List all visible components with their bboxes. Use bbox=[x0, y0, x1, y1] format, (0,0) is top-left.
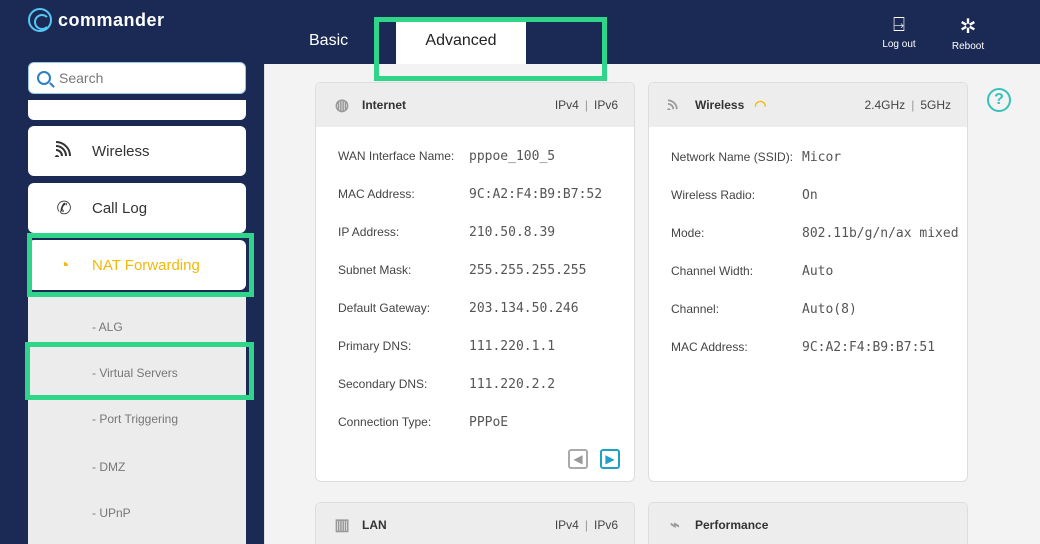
prev-page-icon[interactable]: ◀ bbox=[568, 449, 588, 469]
row-value: 111.220.1.1 bbox=[469, 339, 556, 354]
next-page-icon[interactable]: ▶ bbox=[600, 449, 620, 469]
info-row: MAC Address: 9C:A2:F4:B9:B7:51 bbox=[671, 340, 935, 355]
help-icon[interactable]: ? bbox=[987, 88, 1011, 112]
info-row: Wireless Radio: On bbox=[671, 188, 818, 203]
row-value: PPPoE bbox=[469, 415, 509, 430]
sidebar-item-label: Call Log bbox=[92, 199, 148, 217]
logout-icon: ⍈ bbox=[893, 14, 905, 36]
menu-item-partial[interactable] bbox=[28, 100, 246, 120]
sidebar-item-wireless[interactable]: Wireless bbox=[28, 126, 246, 176]
internet-card-header: ◍ Internet IPv4 | IPv6 bbox=[316, 83, 634, 127]
info-row: Subnet Mask: 255.255.255.255 bbox=[338, 263, 586, 278]
info-row: Primary DNS: 111.220.1.1 bbox=[338, 339, 555, 354]
tab-basic[interactable]: Basic bbox=[309, 32, 348, 50]
pager: ◀ ▶ bbox=[568, 449, 620, 469]
wifi-status-icon: ◠ bbox=[754, 96, 767, 113]
info-row: WAN Interface Name: pppoe_100_5 bbox=[338, 149, 555, 164]
lan-icon: ▥ bbox=[334, 517, 350, 534]
info-row: Secondary DNS: 111.220.2.2 bbox=[338, 377, 555, 392]
row-label: Channel: bbox=[671, 302, 720, 316]
row-value: Micor bbox=[802, 150, 842, 165]
band-24-toggle[interactable]: 2.4GHz bbox=[865, 98, 906, 112]
reboot-icon: ✲ bbox=[959, 16, 977, 38]
card-title: Performance bbox=[695, 518, 769, 532]
info-row: Channel: Auto(8) bbox=[671, 302, 857, 317]
performance-card: ⌁ Performance bbox=[648, 502, 968, 544]
row-label: Secondary DNS: bbox=[338, 377, 428, 391]
main-content: ◍ Internet IPv4 | IPv6 WAN Interface Name:… bbox=[264, 64, 1040, 544]
row-label: Primary DNS: bbox=[338, 339, 412, 353]
reboot-button[interactable]: ✲ Reboot bbox=[943, 14, 993, 52]
info-row: Connection Type: PPPoE bbox=[338, 415, 508, 430]
pulse-icon: ⌁ bbox=[670, 517, 680, 534]
lan-card: ▥ LAN IPv4 | IPv6 bbox=[315, 502, 635, 544]
row-label: Channel Width: bbox=[671, 264, 754, 278]
band-5-toggle[interactable]: 5GHz bbox=[920, 98, 951, 112]
logout-label: Log out bbox=[882, 39, 916, 50]
row-label: MAC Address: bbox=[338, 187, 415, 201]
row-label: MAC Address: bbox=[671, 340, 748, 354]
internet-card: ◍ Internet IPv4 | IPv6 WAN Interface Name:… bbox=[315, 82, 635, 482]
row-label: Connection Type: bbox=[338, 415, 432, 429]
row-value: 9C:A2:F4:B9:B7:52 bbox=[469, 187, 603, 202]
row-label: Mode: bbox=[671, 226, 705, 240]
submenu-item-port-triggering[interactable]: - Port Triggering bbox=[92, 412, 178, 426]
info-row: Channel Width: Auto bbox=[671, 264, 833, 279]
ipv6-toggle[interactable]: IPv6 bbox=[594, 98, 618, 112]
row-value: 203.134.50.246 bbox=[469, 301, 579, 316]
row-value: Auto(8) bbox=[802, 302, 857, 317]
row-label: Wireless Radio: bbox=[671, 188, 756, 202]
sidebar-item-call-log[interactable]: ✆ Call Log bbox=[28, 183, 246, 233]
search-icon bbox=[37, 71, 51, 85]
search-placeholder: Search bbox=[59, 70, 104, 86]
info-row: IP Address: 210.50.8.39 bbox=[338, 225, 555, 240]
nat-submenu: - ALG - Virtual Servers - Port Triggerin… bbox=[28, 296, 246, 544]
ipv4-toggle[interactable]: IPv4 bbox=[555, 98, 579, 112]
sidebar-item-label: Wireless bbox=[92, 142, 150, 160]
submenu-item-upnp[interactable]: - UPnP bbox=[92, 506, 131, 520]
card-title: Internet bbox=[362, 98, 407, 112]
wifi-icon bbox=[54, 140, 74, 162]
row-value: 111.220.2.2 bbox=[469, 377, 556, 392]
row-label: Default Gateway: bbox=[338, 301, 431, 315]
row-value: 210.50.8.39 bbox=[469, 225, 556, 240]
row-label: IP Address: bbox=[338, 225, 400, 239]
search-input[interactable]: Search bbox=[28, 62, 246, 94]
submenu-item-alg[interactable]: - ALG bbox=[92, 320, 123, 334]
lan-card-header: ▥ LAN IPv4 | IPv6 bbox=[316, 503, 634, 544]
row-value: 255.255.255.255 bbox=[469, 263, 587, 278]
info-row: Mode: 802.11b/g/n/ax mixed bbox=[671, 226, 959, 241]
highlight-box bbox=[374, 17, 607, 81]
info-row: Network Name (SSID): Micor bbox=[671, 150, 841, 165]
performance-card-header: ⌁ Performance bbox=[649, 503, 967, 544]
wireless-card-header: Wireless ◠ 2.4GHz | 5GHz bbox=[649, 83, 967, 127]
highlight-box bbox=[27, 233, 254, 297]
card-title: Wireless bbox=[695, 98, 745, 112]
reboot-label: Reboot bbox=[951, 41, 985, 52]
highlight-box bbox=[25, 342, 254, 400]
logo-icon bbox=[28, 8, 52, 32]
row-label: WAN Interface Name: bbox=[338, 149, 455, 163]
row-label: Subnet Mask: bbox=[338, 263, 412, 277]
wifi-icon bbox=[665, 96, 685, 115]
row-value: Auto bbox=[802, 264, 834, 279]
submenu-item-dmz[interactable]: - DMZ bbox=[92, 460, 125, 474]
row-value: On bbox=[802, 188, 818, 203]
row-value: 9C:A2:F4:B9:B7:51 bbox=[802, 340, 936, 355]
info-row: MAC Address: 9C:A2:F4:B9:B7:52 bbox=[338, 187, 602, 202]
row-label: Network Name (SSID): bbox=[671, 150, 794, 164]
card-title: LAN bbox=[362, 518, 387, 532]
ipv4-toggle[interactable]: IPv4 bbox=[555, 518, 579, 532]
info-row: Default Gateway: 203.134.50.246 bbox=[338, 301, 579, 316]
brand-logo: commander bbox=[28, 8, 165, 32]
globe-icon: ◍ bbox=[335, 97, 349, 114]
row-value: pppoe_100_5 bbox=[469, 149, 556, 164]
wireless-card: Wireless ◠ 2.4GHz | 5GHz Network Name (SSI… bbox=[648, 82, 968, 482]
ipv6-toggle[interactable]: IPv6 bbox=[594, 518, 618, 532]
phone-icon: ✆ bbox=[56, 197, 72, 218]
logout-button[interactable]: ⍈ Log out bbox=[874, 14, 924, 50]
brand-name: commander bbox=[58, 9, 165, 30]
row-value: 802.11b/g/n/ax mixed bbox=[802, 226, 959, 241]
